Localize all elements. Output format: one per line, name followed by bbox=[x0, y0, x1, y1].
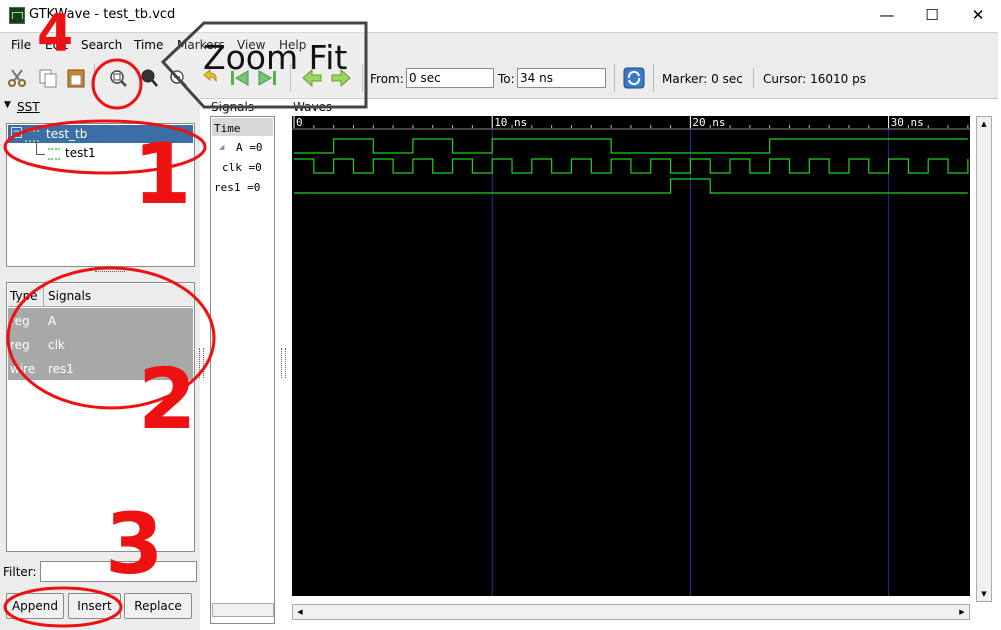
annotation-number-2: 2 bbox=[138, 350, 197, 448]
annotation-ellipse-3 bbox=[3, 586, 123, 628]
annotation-number-4: 4 bbox=[37, 4, 74, 64]
zoom-fit-callout-text: Zoom Fit bbox=[203, 38, 348, 77]
annotation-circle-4 bbox=[91, 58, 143, 110]
annotation-number-1: 1 bbox=[133, 125, 192, 223]
annotation-number-3: 3 bbox=[105, 495, 164, 593]
